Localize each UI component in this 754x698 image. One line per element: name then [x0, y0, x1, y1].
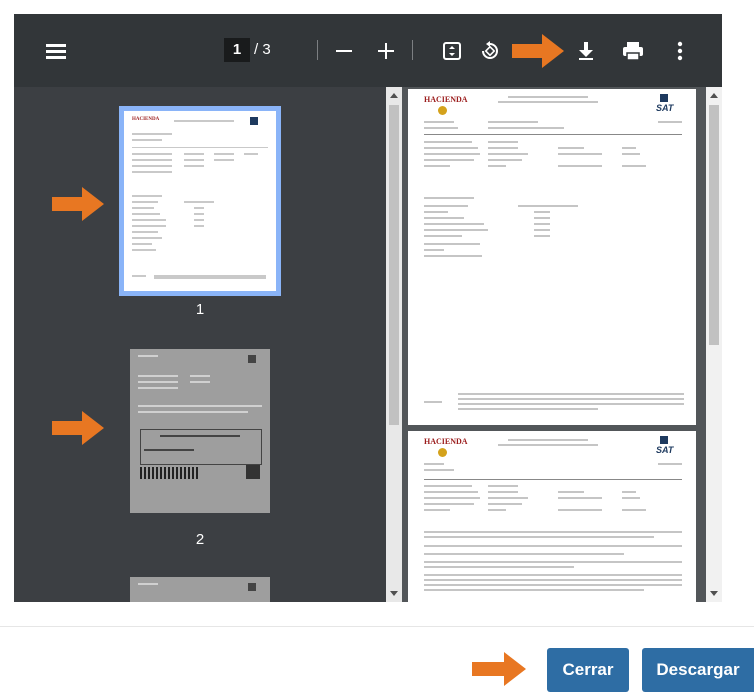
- pdf-viewer: 1 / 3 HACIENDA 1 2 HACIENDA SAT HACIENDA…: [14, 14, 722, 602]
- toolbar-divider: [317, 40, 318, 60]
- sat-logo: SAT: [656, 103, 674, 113]
- thumbnail-page-3[interactable]: [130, 577, 270, 602]
- footer-divider: [0, 626, 754, 627]
- sat-logo: SAT: [656, 445, 674, 455]
- document-view[interactable]: HACIENDA SAT HACIENDA SAT: [386, 87, 722, 602]
- thumbnail-number: 1: [195, 301, 205, 318]
- hacienda-logo: HACIENDA: [424, 437, 468, 446]
- page-total: / 3: [254, 41, 271, 58]
- seal-icon: [438, 448, 447, 457]
- annotation-arrow-icon: [52, 187, 104, 221]
- fit-page-icon[interactable]: [437, 36, 467, 66]
- annotation-arrow-icon: [472, 652, 526, 686]
- more-vert-icon[interactable]: [665, 36, 695, 66]
- hacienda-logo: HACIENDA: [424, 95, 468, 104]
- menu-icon[interactable]: [41, 36, 71, 66]
- rotate-icon[interactable]: [475, 36, 505, 66]
- thumbnail-number: 2: [195, 531, 205, 548]
- document-page-2: HACIENDA SAT: [408, 431, 696, 602]
- page-number-input[interactable]: 1: [224, 38, 250, 62]
- document-page-1: HACIENDA SAT: [408, 89, 696, 425]
- zoom-in-icon[interactable]: [371, 36, 401, 66]
- download-button[interactable]: Descargar: [642, 648, 754, 692]
- annotation-arrow-icon: [52, 411, 104, 445]
- print-icon[interactable]: [618, 36, 648, 66]
- thumbnail-sidebar: HACIENDA 1 2: [14, 87, 386, 602]
- close-button[interactable]: Cerrar: [547, 648, 629, 692]
- seal-icon: [438, 106, 447, 115]
- thumbnail-page-2[interactable]: [130, 349, 270, 513]
- annotation-arrow-icon: [512, 34, 564, 68]
- zoom-out-icon[interactable]: [329, 36, 359, 66]
- sidebar-scrollbar[interactable]: [386, 87, 402, 602]
- download-icon[interactable]: [571, 36, 601, 66]
- viewer-toolbar: 1 / 3: [14, 14, 722, 87]
- toolbar-divider: [412, 40, 413, 60]
- document-scrollbar[interactable]: [706, 87, 722, 602]
- thumbnail-page-1[interactable]: HACIENDA: [124, 111, 276, 291]
